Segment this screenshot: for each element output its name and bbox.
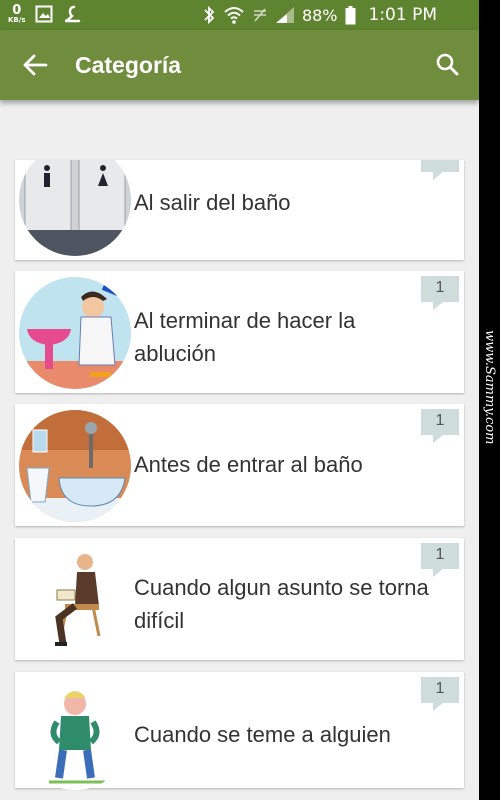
item-title-line2: ablución — [134, 341, 216, 366]
status-right-group: 88% 1:01 PM — [202, 5, 437, 25]
count-badge — [421, 160, 459, 180]
item-title: Al terminar de hacer la ablución — [134, 304, 355, 370]
item-title: Cuando se teme a alguien — [134, 718, 391, 751]
image-icon — [35, 5, 53, 23]
list-item[interactable]: Al terminar de hacer la ablución 1 — [15, 271, 464, 393]
thumbnail-bathroom — [19, 410, 131, 522]
count-badge: 1 — [421, 276, 459, 310]
count-value: 1 — [435, 279, 445, 296]
thumbnail-ablution — [19, 277, 131, 389]
count-value: 1 — [435, 680, 445, 697]
list-item[interactable]: Antes de entrar al baño 1 — [15, 404, 464, 526]
status-left-group: 0 KB/s — [8, 4, 81, 24]
app-bar: Categoría — [0, 30, 479, 100]
thumbnail-restroom-doors — [19, 160, 131, 256]
list-item[interactable]: Cuando algun asunto se torna difícil 1 — [15, 538, 464, 660]
thumbnail-scared-man — [19, 678, 131, 790]
status-bar: 0 KB/s 88% 1:01 PM — [0, 0, 479, 30]
net-speed-unit: KB/s — [8, 16, 26, 24]
count-value: 1 — [435, 412, 445, 429]
item-title-line1: Al salir del baño — [134, 190, 291, 215]
wifi-icon — [224, 7, 244, 24]
item-title: Al salir del baño — [134, 186, 291, 219]
item-title-line1: Al terminar de hacer la — [134, 308, 356, 333]
bluetooth-icon — [204, 5, 215, 25]
signal-icon — [275, 7, 294, 23]
clock: 1:01 PM — [368, 5, 438, 25]
watermark: www.Sammy.com — [482, 330, 497, 470]
network-speed: 0 KB/s — [8, 4, 25, 24]
battery-icon — [345, 5, 355, 24]
item-title: Antes de entrar al baño — [134, 448, 363, 481]
thumbnail-worried-man — [19, 544, 131, 656]
phone-screen: 0 KB/s 88% 1:01 PM Categoría Al salir de… — [0, 0, 479, 800]
count-badge: 1 — [421, 543, 459, 577]
search-icon[interactable] — [435, 52, 459, 76]
page-title: Categoría — [75, 52, 182, 78]
battery-percent: 88% — [301, 5, 338, 25]
item-title-line2: difícil — [134, 608, 185, 633]
item-title-line1: Cuando se teme a alguien — [134, 722, 391, 747]
list-item[interactable]: Al salir del baño — [15, 160, 464, 260]
app-icon — [65, 5, 81, 23]
arrow-left-icon[interactable] — [22, 52, 48, 78]
mute-icon — [253, 8, 266, 22]
count-value: 1 — [435, 546, 445, 563]
watermark-text: www.Sammy.com — [482, 330, 497, 445]
list-item[interactable]: Cuando se teme a alguien 1 — [15, 672, 464, 790]
count-badge: 1 — [421, 677, 459, 711]
item-title-line1: Antes de entrar al baño — [134, 452, 363, 477]
count-badge: 1 — [421, 409, 459, 443]
item-title-line1: Cuando algun asunto se torna — [134, 575, 429, 600]
item-title: Cuando algun asunto se torna difícil — [134, 571, 429, 637]
